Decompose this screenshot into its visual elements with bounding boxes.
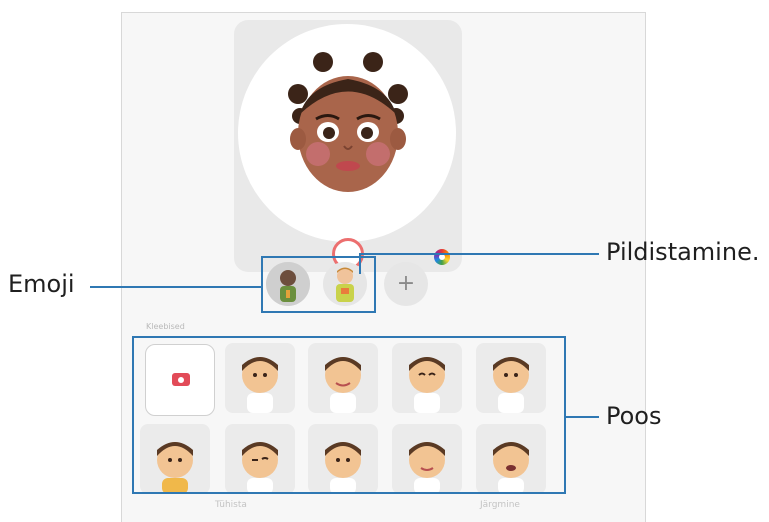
next-button[interactable]: Järgmine [480,500,520,514]
shutter-callout-label: Pildistamine. [606,238,760,266]
poses-callout-label: Poos [606,402,662,430]
color-palette-icon[interactable] [434,249,450,265]
add-emoji-button[interactable]: + [384,262,428,306]
emoji-leader-line [90,286,262,288]
shutter-leader-line [359,253,599,255]
shutter-leader-vertical [359,254,361,274]
emoji-callout-label: Emoji [8,270,75,298]
poses-leader-line [566,416,599,418]
stickers-section-title: Kleebised [146,322,185,331]
avatar-preview-circle [238,24,456,242]
emoji-avatar-face-icon [288,52,408,192]
poses-highlight-frame [132,336,566,494]
cancel-button[interactable]: Tühista [215,500,247,514]
